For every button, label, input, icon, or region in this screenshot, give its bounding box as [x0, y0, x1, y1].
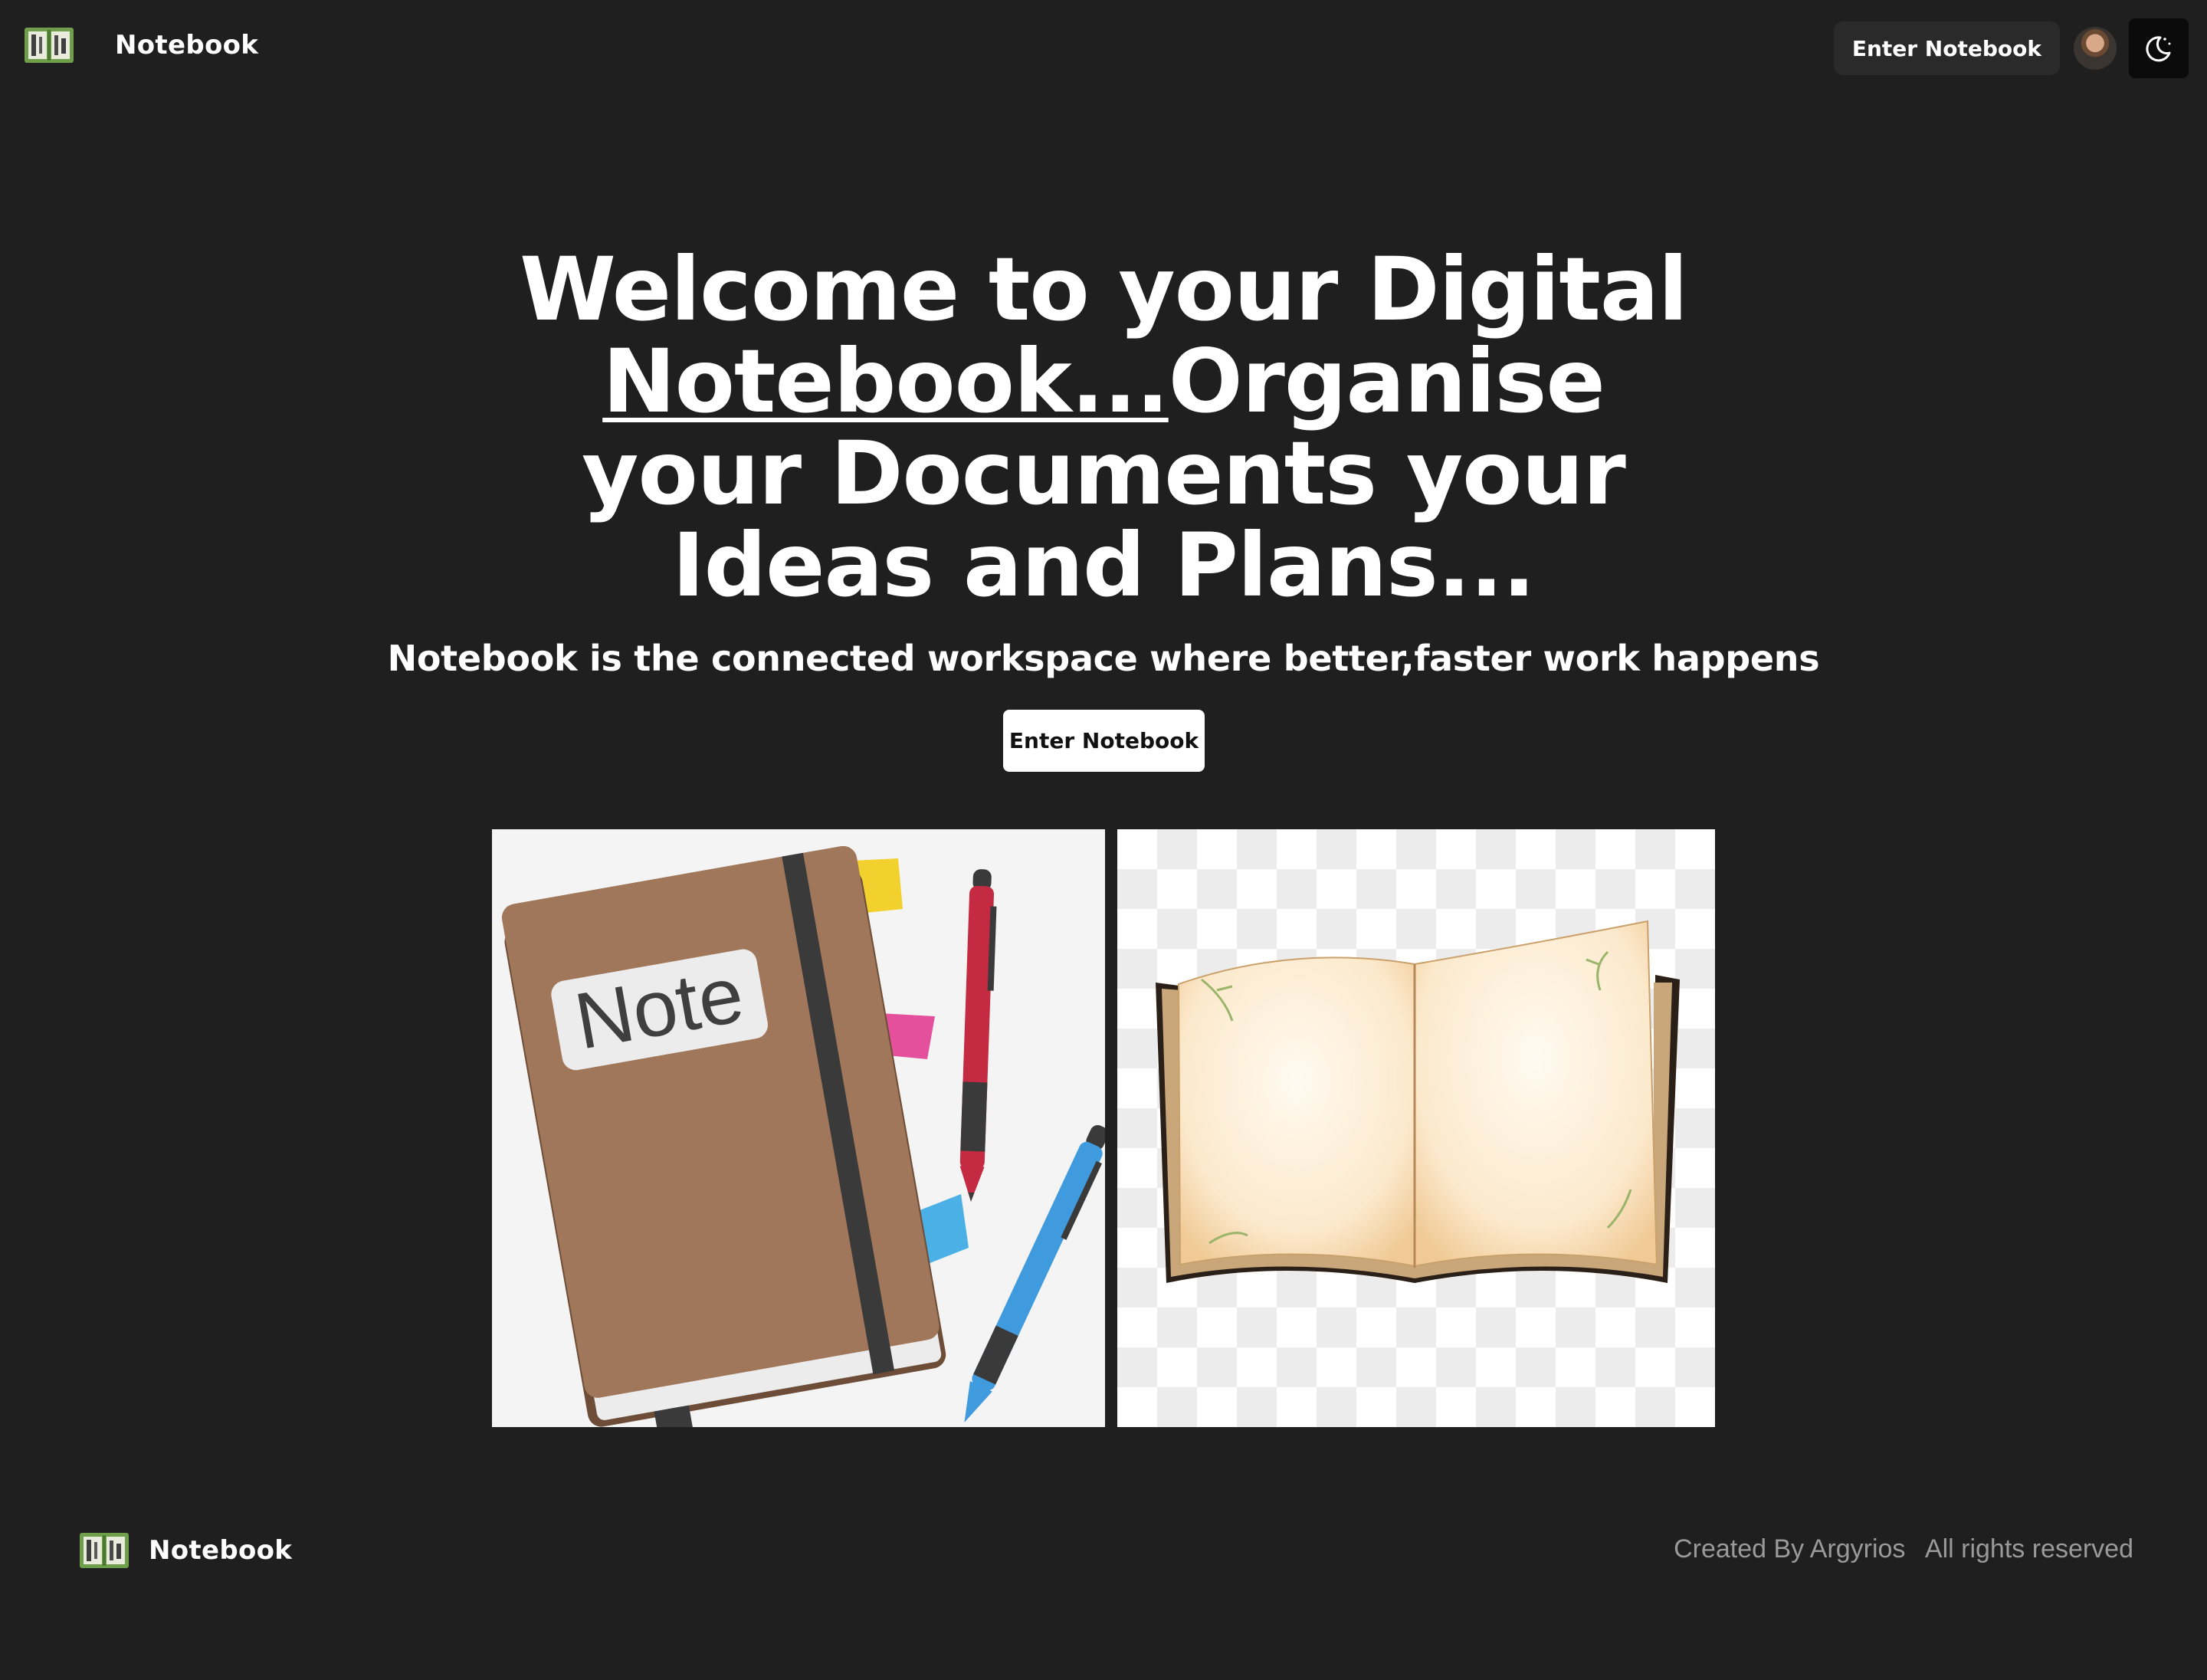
footer-brand-name: Notebook [149, 1535, 293, 1566]
hero-title-underlined: Notebook... [602, 330, 1169, 432]
nav-actions: Enter Notebook [1833, 18, 2189, 78]
footer-credit: Created By Argyrios All rights reserved [1674, 1534, 2133, 1564]
notebook-with-pens-illustration: Note [501, 845, 1105, 1427]
brand-name: Notebook [115, 30, 259, 61]
user-avatar[interactable] [2074, 27, 2117, 70]
hero-title-part1: Welcome to your Digital [520, 238, 1688, 340]
open-book-image [1117, 829, 1715, 1427]
moon-icon [2146, 36, 2171, 62]
brand[interactable]: Notebook [25, 28, 258, 63]
notebook-logo-icon [80, 1533, 129, 1568]
theme-toggle-button[interactable] [2129, 18, 2189, 78]
top-navbar: Notebook Enter Notebook [0, 0, 2207, 97]
notebook-illustration: Note [492, 829, 1105, 1427]
enter-notebook-nav-button[interactable]: Enter Notebook [1833, 21, 2060, 75]
footer-brand[interactable]: Notebook [80, 1533, 292, 1568]
hero-subtitle: Notebook is the connected workspace wher… [387, 638, 1820, 679]
notebook-logo-icon [25, 28, 74, 63]
hero-title: Welcome to your Digital Notebook...Organ… [490, 244, 1717, 612]
open-book-illustration [1156, 920, 1680, 1283]
enter-notebook-cta-button[interactable]: Enter Notebook [1003, 710, 1205, 772]
footer-author: Created By Argyrios [1674, 1534, 1906, 1564]
footer-rights: All rights reserved [1924, 1534, 2133, 1564]
